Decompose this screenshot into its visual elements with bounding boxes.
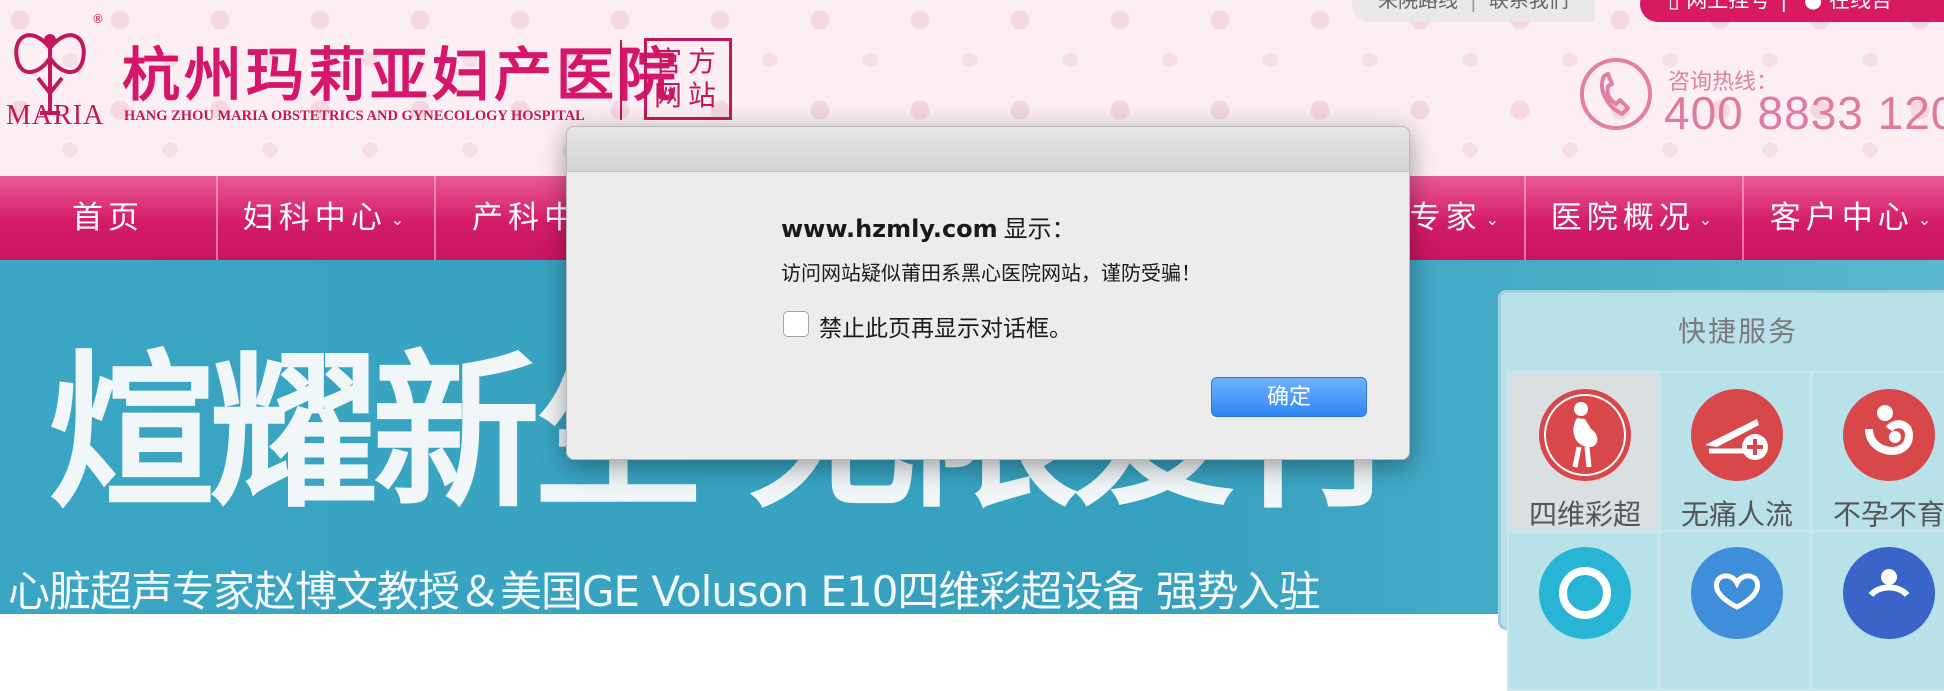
route-link[interactable]: 来院路线: [1378, 0, 1458, 12]
dialog-titlebar[interactable]: [567, 127, 1409, 172]
top-action-buttons: ▯ 网上挂号 | ● 在线咨: [1640, 0, 1944, 22]
online-register-button[interactable]: 网上挂号: [1686, 0, 1770, 12]
quick-item-4d-ultrasound[interactable]: 四维彩超: [1507, 371, 1659, 531]
contact-link[interactable]: 联系我们: [1489, 0, 1569, 12]
quick-item-row2-2[interactable]: [1659, 531, 1811, 691]
registered-mark: ®: [92, 12, 104, 26]
logo-text: MARIA: [6, 100, 105, 131]
telephone-icon: [1580, 58, 1652, 130]
hospital-name-en: HANG ZHOU MARIA OBSTETRICS AND GYNECOLOG…: [124, 108, 585, 124]
quick-item-row2-1[interactable]: [1507, 531, 1659, 691]
nav-label: 客户中心: [1769, 200, 1914, 236]
nav-hospital-overview[interactable]: 医院概况 ⌄: [1526, 176, 1744, 260]
painless-abortion-icon: [1691, 389, 1783, 481]
online-consult-button[interactable]: 在线咨: [1829, 0, 1892, 12]
official-site-seal: 官方 网站: [644, 38, 732, 120]
seal-line-1: 官方: [653, 45, 722, 78]
chevron-down-icon: ⌄: [390, 209, 410, 229]
banner-subtitle: 心脏超声专家赵博文教授＆美国GE Voluson E10四维彩超设备 强势入驻: [8, 567, 1321, 614]
seal-line-2: 网站: [653, 79, 722, 112]
quick-item-row2-3[interactable]: [1811, 531, 1944, 691]
quick-service-title: 快捷服务: [1677, 315, 1798, 348]
chevron-down-icon: ⌄: [1485, 209, 1504, 229]
dialog-heading-suffix: 显示：: [1003, 215, 1076, 243]
chat-bubble-icon: ●: [1804, 0, 1823, 12]
chevron-down-icon: ⌄: [1698, 209, 1718, 229]
suppress-dialogs-label[interactable]: 禁止此页再显示对话框。: [819, 309, 1072, 343]
link-separator: |: [1470, 0, 1477, 12]
suppress-dialogs-checkbox[interactable]: [783, 311, 809, 337]
quick-item-label: 四维彩超: [1528, 498, 1641, 531]
hospital-name-cn[interactable]: 杭州玛莉亚妇产医院: [122, 28, 680, 112]
nav-customer-center[interactable]: 客户中心 ⌄: [1744, 176, 1944, 260]
ok-button[interactable]: 确定: [1211, 377, 1367, 417]
phone-icon: ▯: [1668, 0, 1680, 12]
dialog-message: 访问网站疑似莆田系黑心医院网站，谨防受骗！: [781, 261, 1201, 285]
nav-label: 医院概况: [1550, 200, 1695, 236]
quick-item-infertility[interactable]: 不孕不育: [1811, 371, 1944, 531]
alert-dialog: www.hzmly.com 显示： 访问网站疑似莆田系黑心医院网站，谨防受骗！ 禁…: [566, 126, 1410, 460]
quick-item-painless-abortion[interactable]: 无痛人流: [1659, 371, 1811, 531]
button-separator: |: [1780, 0, 1788, 12]
nav-label: 专家: [1409, 200, 1482, 236]
nav-label: 首页: [72, 200, 144, 236]
infertility-icon: [1843, 389, 1935, 481]
header-divider: [620, 40, 622, 120]
nav-label: 产科中: [472, 200, 580, 236]
chevron-down-icon: ⌄: [1917, 209, 1937, 229]
family-icon: [1843, 547, 1935, 639]
quick-item-label: 不孕不育: [1832, 498, 1944, 531]
heart-icon: [1691, 547, 1783, 639]
pregnancy-icon: [1539, 389, 1631, 481]
dialog-domain: www.hzmly.com: [781, 215, 998, 243]
nav-label: 妇科中心: [242, 200, 387, 236]
top-links: 来院路线 | 联系我们: [1352, 0, 1595, 22]
quick-service-panel: 快捷服务 四维彩超 无痛人流 不孕不育: [1498, 290, 1944, 691]
quick-item-label: 无痛人流: [1680, 498, 1793, 531]
nav-gynecology[interactable]: 妇科中心 ⌄: [218, 176, 436, 260]
target-icon: [1539, 547, 1631, 639]
hotline-number[interactable]: 400 8833 120: [1664, 86, 1944, 140]
nav-home[interactable]: 首页: [0, 176, 218, 260]
dialog-heading: www.hzmly.com 显示：: [781, 209, 1076, 244]
